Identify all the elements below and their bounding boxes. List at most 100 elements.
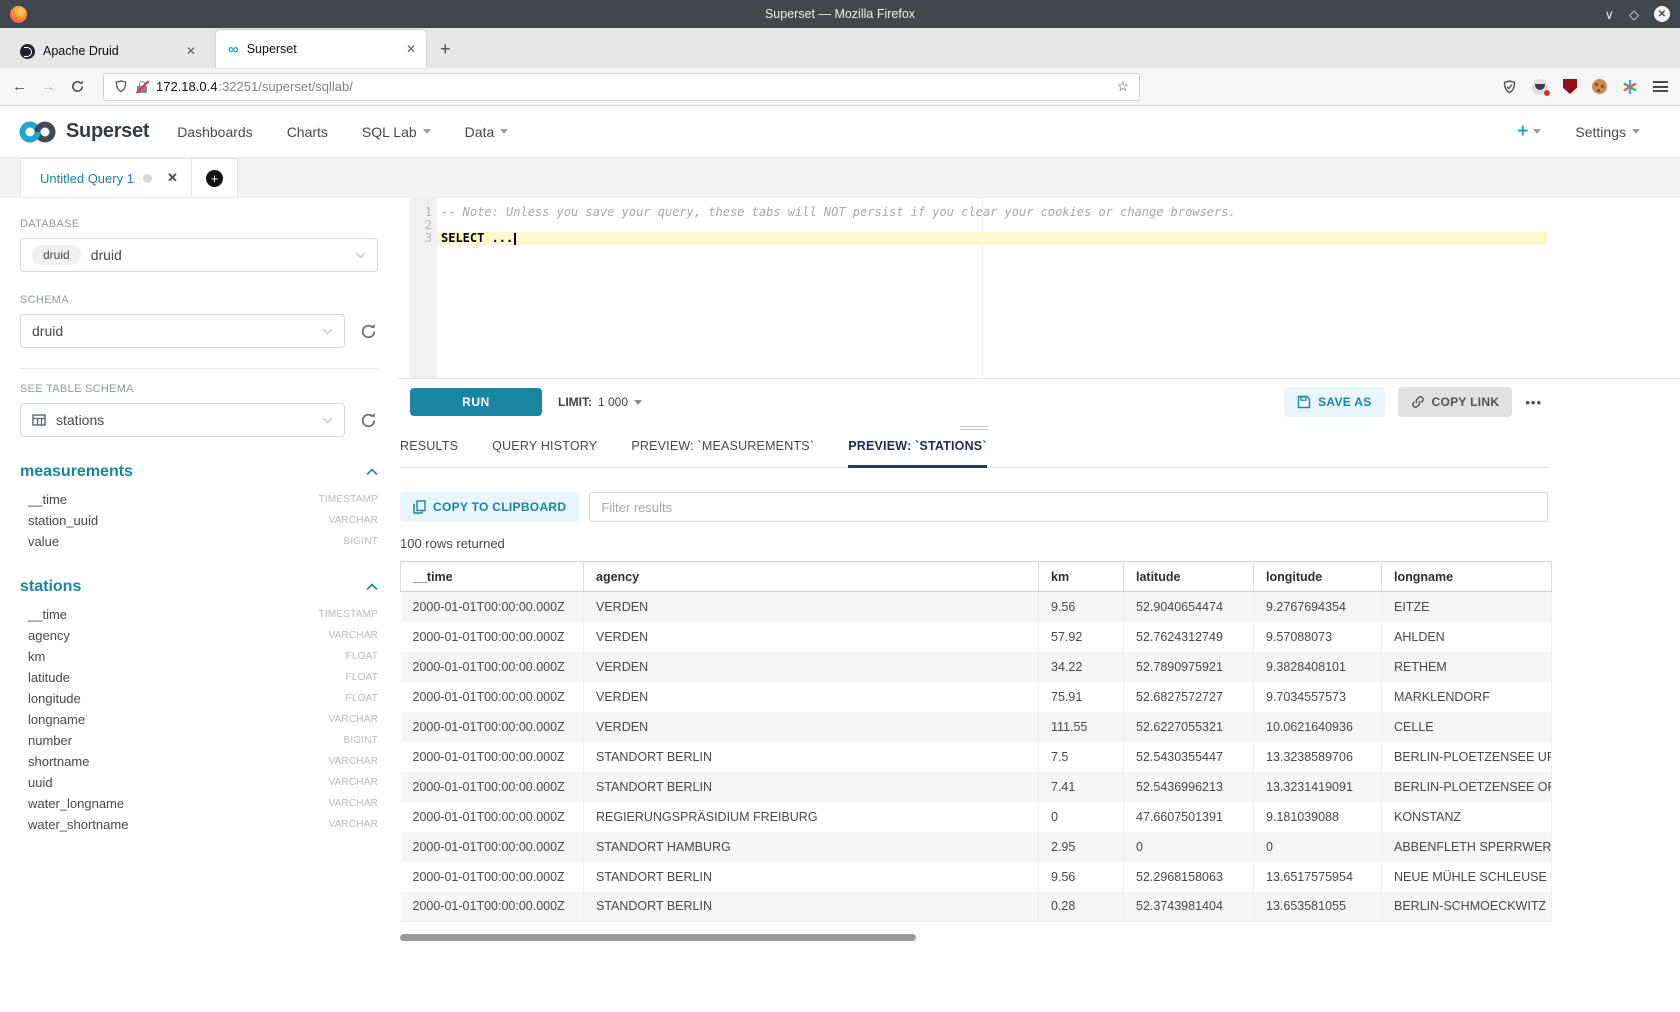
window-title: Superset — Mozilla Firefox — [0, 7, 1680, 21]
mask-extension-icon[interactable] — [1532, 79, 1548, 95]
table-row[interactable]: 2000-01-01T00:00:00.000ZSTANDORT HAMBURG… — [401, 832, 1552, 862]
table-cell: 9.7034557573 — [1254, 682, 1382, 712]
run-button[interactable]: RUN — [410, 388, 542, 416]
add-query-tab-button[interactable]: + — [192, 158, 238, 197]
column-header[interactable]: __time — [401, 562, 584, 592]
table-cell: 52.6827572727 — [1124, 682, 1254, 712]
sparkle-extension-icon[interactable] — [1622, 79, 1638, 95]
minimize-icon[interactable]: ∨ — [1604, 8, 1614, 21]
table-cell: 9.56 — [1039, 592, 1124, 622]
table-schema-label: SEE TABLE SCHEMA — [20, 383, 378, 395]
chevron-down-icon — [355, 252, 366, 259]
editor-toolbar: RUN LIMIT: 1 000 SAVE AS — [398, 378, 1680, 425]
results-tab-preview-stations[interactable]: PREVIEW: `STATIONS` — [848, 425, 987, 467]
refresh-schema-icon[interactable] — [359, 322, 378, 341]
column-row: agency VARCHAR — [20, 625, 378, 646]
schema-select[interactable]: druid — [20, 314, 345, 348]
new-tab-button[interactable]: + — [426, 39, 465, 68]
limit-dropdown[interactable]: LIMIT: 1 000 — [558, 395, 642, 409]
druid-favicon-icon — [20, 44, 35, 59]
column-type: FLOAT — [346, 651, 378, 662]
nav-item-dashboards[interactable]: Dashboards — [177, 124, 253, 140]
table-row[interactable]: 2000-01-01T00:00:00.000ZVERDEN111.5552.6… — [401, 712, 1552, 742]
nav-item-charts[interactable]: Charts — [287, 124, 328, 140]
more-options-button[interactable]: ••• — [1525, 395, 1542, 410]
reload-icon[interactable] — [70, 79, 85, 94]
unsaved-dot-icon — [143, 174, 152, 183]
column-name: agency — [28, 628, 70, 643]
save-as-button[interactable]: SAVE AS — [1284, 387, 1384, 417]
table-cell: 2000-01-01T00:00:00.000Z — [401, 592, 584, 622]
shield-icon[interactable] — [114, 79, 128, 94]
table-row[interactable]: 2000-01-01T00:00:00.000ZVERDEN9.5652.904… — [401, 592, 1552, 622]
shield-check-icon[interactable] — [1502, 79, 1517, 95]
database-select[interactable]: druid druid — [20, 238, 378, 272]
forward-icon[interactable]: → — [41, 78, 56, 95]
table-row[interactable]: 2000-01-01T00:00:00.000ZVERDEN34.2252.78… — [401, 652, 1552, 682]
column-header[interactable]: longname — [1382, 562, 1552, 592]
table-row[interactable]: 2000-01-01T00:00:00.000ZVERDEN57.9252.76… — [401, 622, 1552, 652]
browser-tab-superset[interactable]: ∞ Superset ✕ — [216, 30, 426, 68]
table-cell: 7.41 — [1039, 772, 1124, 802]
nav-menu: Dashboards Charts SQL Lab Data — [177, 124, 508, 140]
table-row[interactable]: 2000-01-01T00:00:00.000ZREGIERUNGSPRÄSID… — [401, 802, 1552, 832]
query-tabstrip: Untitled Query 1 ✕ + — [0, 158, 1680, 198]
superset-logo[interactable]: Superset — [18, 120, 149, 144]
table-cell: 52.7624312749 — [1124, 622, 1254, 652]
column-type: VARCHAR — [328, 777, 378, 788]
refresh-tables-icon[interactable] — [359, 411, 378, 430]
table-cell: STANDORT HAMBURG — [584, 832, 1039, 862]
column-header[interactable]: longitude — [1254, 562, 1382, 592]
horizontal-scrollbar[interactable] — [400, 934, 916, 941]
tab-close-icon[interactable]: ✕ — [406, 42, 416, 56]
filter-results-input[interactable] — [589, 492, 1548, 522]
insecure-lock-icon[interactable] — [136, 80, 148, 94]
cookie-extension-icon[interactable] — [1592, 79, 1607, 94]
table-row[interactable]: 2000-01-01T00:00:00.000ZSTANDORT BERLIN7… — [401, 772, 1552, 802]
column-type: VARCHAR — [328, 630, 378, 641]
column-type: VARCHAR — [328, 756, 378, 767]
results-tab-query-history[interactable]: QUERY HISTORY — [492, 425, 597, 467]
column-header[interactable]: km — [1039, 562, 1124, 592]
query-tab[interactable]: Untitled Query 1 ✕ — [20, 158, 192, 197]
ublock-extension-icon[interactable] — [1563, 79, 1577, 94]
close-query-tab-icon[interactable]: ✕ — [167, 170, 178, 186]
add-new-button[interactable]: + — [1517, 121, 1541, 143]
caret-down-icon — [423, 129, 431, 134]
copy-link-button[interactable]: COPY LINK — [1398, 387, 1513, 417]
sql-editor[interactable]: 123 -- Note: Unless you save your query,… — [410, 198, 1547, 378]
column-header[interactable]: agency — [584, 562, 1039, 592]
results-tabbar: RESULTS QUERY HISTORY PREVIEW: `MEASUREMEN… — [400, 425, 1548, 468]
bookmark-star-icon[interactable]: ☆ — [1116, 78, 1129, 95]
maximize-icon[interactable]: ◇ — [1629, 8, 1639, 21]
settings-menu[interactable]: Settings — [1575, 124, 1640, 140]
table-row[interactable]: 2000-01-01T00:00:00.000ZSTANDORT BERLIN9… — [401, 862, 1552, 892]
table-row[interactable]: 2000-01-01T00:00:00.000ZSTANDORT BERLIN7… — [401, 742, 1552, 772]
column-type: VARCHAR — [328, 714, 378, 725]
url-bar[interactable]: 172.18.0.4:32251/superset/sqllab/ ☆ — [103, 73, 1140, 101]
chevron-up-icon[interactable] — [366, 468, 378, 476]
nav-item-sql-lab[interactable]: SQL Lab — [362, 124, 431, 140]
column-header[interactable]: latitude — [1124, 562, 1254, 592]
column-name: uuid — [28, 775, 53, 790]
results-tab-results[interactable]: RESULTS — [400, 425, 458, 467]
chevron-up-icon[interactable] — [366, 583, 378, 591]
hamburger-menu-icon[interactable] — [1653, 81, 1668, 92]
editor-line: -- Note: Unless you save your query, the… — [437, 206, 1547, 219]
copy-to-clipboard-button[interactable]: COPY TO CLIPBOARD — [400, 492, 579, 522]
database-label: DATABASE — [20, 218, 378, 230]
results-tab-preview-measurements[interactable]: PREVIEW: `MEASUREMENTS` — [631, 425, 814, 467]
results-pane: RESULTS QUERY HISTORY PREVIEW: `MEASUREMEN… — [400, 425, 1548, 941]
query-tab-title: Untitled Query 1 — [40, 171, 134, 186]
table-schema-select[interactable]: stations — [20, 403, 345, 437]
close-icon[interactable]: ✕ — [1654, 6, 1670, 22]
browser-tab-apache-druid[interactable]: Apache Druid ✕ — [8, 34, 206, 68]
tab-close-icon[interactable]: ✕ — [186, 44, 196, 58]
nav-item-data[interactable]: Data — [465, 124, 509, 140]
table-cell: 9.181039088 — [1254, 802, 1382, 832]
column-name: water_longname — [28, 796, 124, 811]
back-icon[interactable]: ← — [12, 78, 27, 95]
table-cell: 9.3828408101 — [1254, 652, 1382, 682]
table-row[interactable]: 2000-01-01T00:00:00.000ZVERDEN75.9152.68… — [401, 682, 1552, 712]
table-row[interactable]: 2000-01-01T00:00:00.000ZSTANDORT BERLIN0… — [401, 892, 1552, 922]
